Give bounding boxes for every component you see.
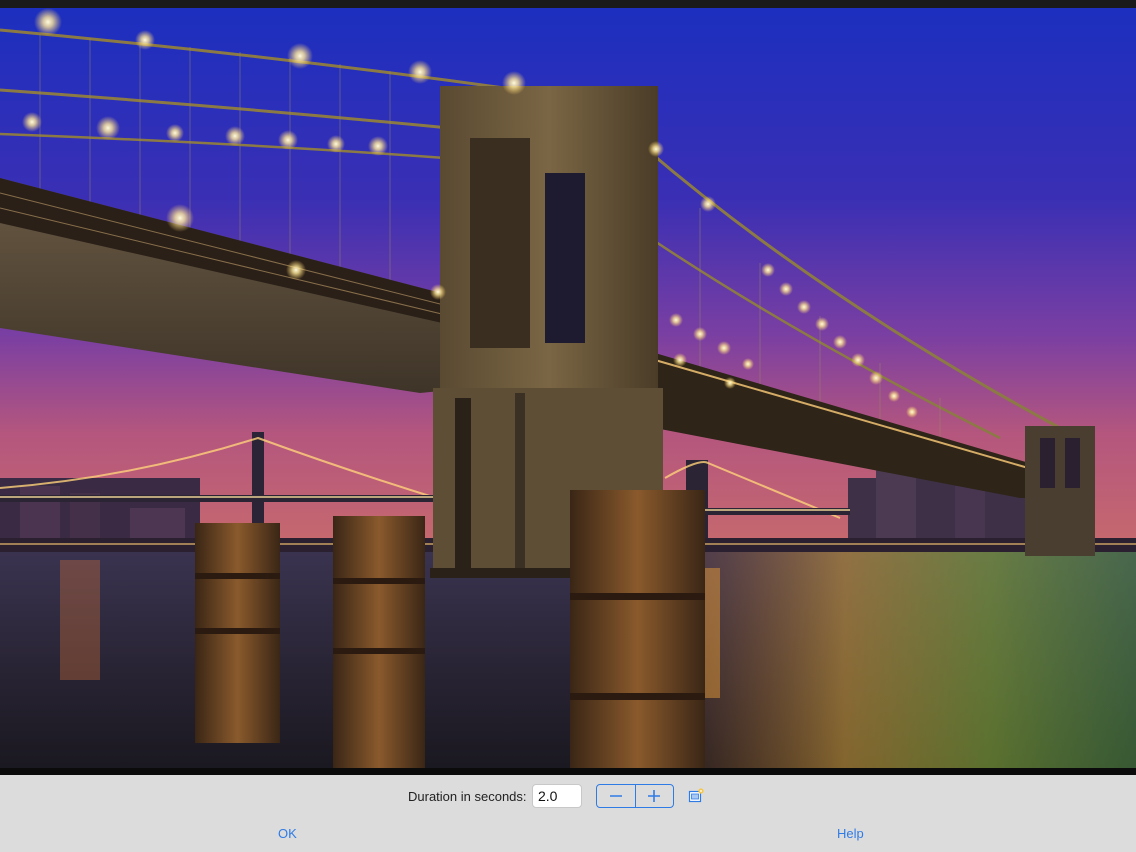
ok-button[interactable]: OK <box>278 826 297 841</box>
slideshow-settings-screen: Duration in seconds: OK Help <box>0 0 1136 852</box>
increment-button[interactable] <box>634 785 674 807</box>
duration-stepper[interactable] <box>596 784 674 808</box>
help-button[interactable]: Help <box>837 826 864 841</box>
decrement-button[interactable] <box>597 785 635 807</box>
top-bar <box>0 0 1136 8</box>
minus-icon <box>609 795 622 797</box>
bridge-photo <box>0 8 1136 768</box>
duration-input[interactable] <box>532 784 582 808</box>
duration-label: Duration in seconds: <box>408 789 527 804</box>
slideshow-icon[interactable] <box>688 788 704 804</box>
photo-bottom-edge <box>0 768 1136 775</box>
duration-panel: Duration in seconds: OK Help <box>0 775 1136 852</box>
plus-icon <box>648 790 661 802</box>
